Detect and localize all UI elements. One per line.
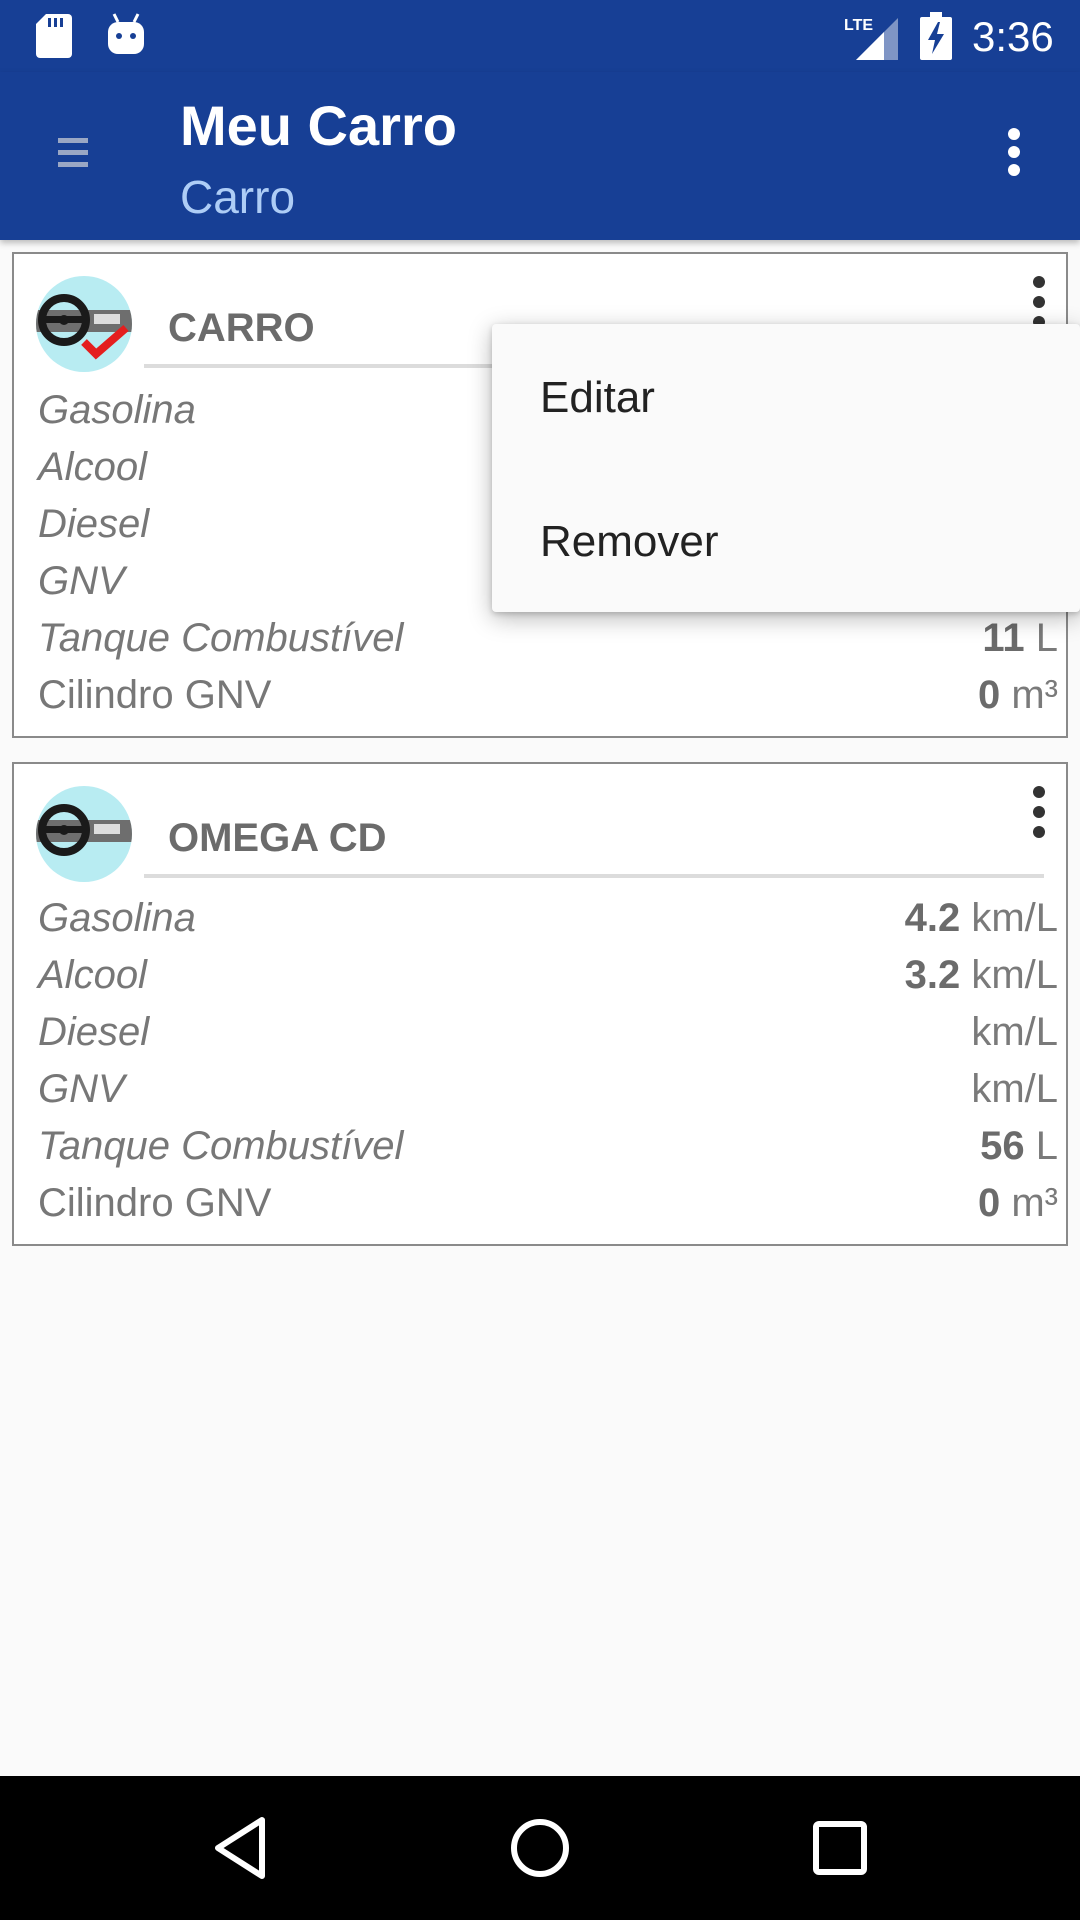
stat-label: GNV	[38, 559, 125, 603]
svg-text:LTE: LTE	[844, 17, 873, 34]
stat-label: Tanque Combustível	[38, 616, 404, 660]
stat-row: Tanque Combustível 11 L	[38, 610, 1058, 667]
page-subtitle: Carro	[180, 171, 296, 223]
recents-icon[interactable]	[802, 1810, 878, 1886]
status-clock: 3:36	[972, 13, 1054, 60]
popup-menu: Editar Remover	[492, 324, 1080, 612]
back-icon[interactable]	[204, 1810, 280, 1886]
stat-label: Alcool	[38, 953, 147, 997]
status-bar: LTE 3:36	[0, 0, 1080, 72]
car-name: CARRO	[168, 306, 315, 350]
signal-icon: LTE	[844, 17, 898, 60]
sd-card-icon	[36, 14, 72, 58]
stat-label: Cilindro GNV	[38, 673, 272, 717]
stat-value: 11 L	[982, 616, 1058, 660]
car-card[interactable]: OMEGA CD Gasolina 4.2 km/L Alcool 3.2 km…	[12, 762, 1068, 1246]
card-overflow-icon[interactable]	[1024, 274, 1054, 330]
stat-label: GNV	[38, 1067, 125, 1111]
stat-value: 56 L	[980, 1124, 1058, 1168]
car-name: OMEGA CD	[168, 816, 387, 860]
stat-row: Tanque Combustível 56 L	[38, 1118, 1058, 1175]
stat-row: Diesel km/L	[38, 1004, 1058, 1061]
car-avatar	[36, 786, 132, 882]
home-icon[interactable]	[502, 1810, 578, 1886]
stat-row: Cilindro GNV 0 m³	[38, 1175, 1058, 1232]
name-underline	[144, 874, 1044, 878]
stat-label: Diesel	[38, 502, 150, 546]
stat-value: 4.2 km/L	[904, 896, 1058, 940]
stat-value: 0 m³	[977, 673, 1058, 717]
page-title: Meu Carro	[180, 94, 457, 157]
stat-row: Cilindro GNV 0 m³	[38, 667, 1058, 724]
stat-label: Gasolina	[38, 388, 196, 432]
stat-value: km/L	[971, 1067, 1058, 1111]
overflow-icon[interactable]	[994, 122, 1034, 182]
stat-label: Tanque Combustível	[38, 1124, 404, 1168]
app-bar: Meu Carro Carro	[0, 72, 1080, 240]
stat-row: Alcool 3.2 km/L	[38, 947, 1058, 1004]
navigation-bar	[0, 1776, 1080, 1920]
stat-label: Diesel	[38, 1010, 150, 1054]
stat-row: GNV km/L	[38, 1061, 1058, 1118]
stat-label: Gasolina	[38, 896, 196, 940]
android-icon	[108, 13, 144, 54]
steering-wheel-icon	[36, 294, 132, 360]
car-avatar	[36, 276, 132, 372]
stat-value: 3.2 km/L	[904, 953, 1058, 997]
card-overflow-icon[interactable]	[1024, 784, 1054, 840]
stat-label: Cilindro GNV	[38, 1181, 272, 1225]
menu-icon[interactable]	[44, 122, 104, 182]
stat-row: Gasolina 4.2 km/L	[38, 890, 1058, 947]
steering-wheel-icon	[36, 804, 132, 856]
stat-value: 0 m³	[977, 1181, 1058, 1225]
stat-label: Alcool	[38, 445, 147, 489]
menu-item-edit[interactable]: Editar	[540, 372, 655, 424]
stat-value: km/L	[971, 1010, 1058, 1054]
battery-charging-icon	[920, 12, 952, 60]
menu-item-remove[interactable]: Remover	[540, 516, 719, 568]
